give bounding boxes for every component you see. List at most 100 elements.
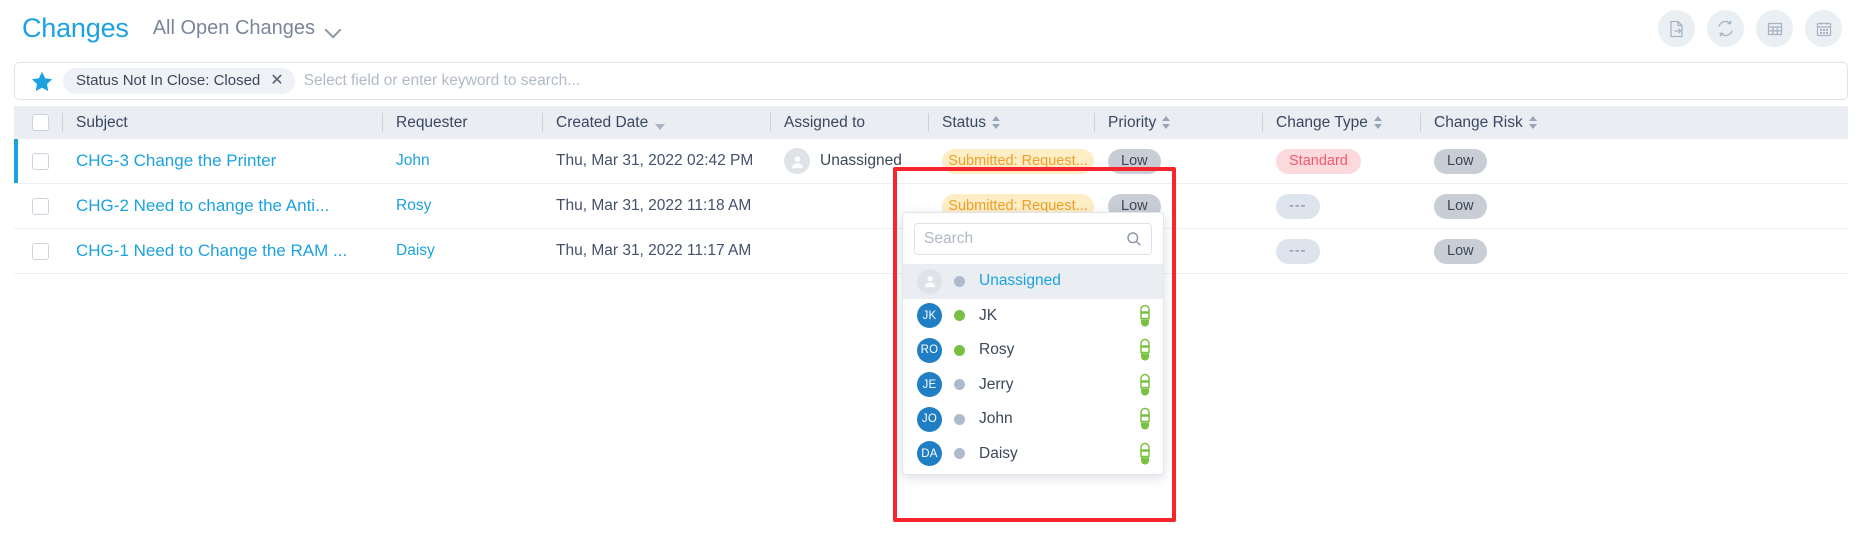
table-row[interactable]: CHG-3 Change the Printer John Thu, Mar 3…: [14, 139, 1848, 184]
assignee-option-list: Unassigned JK JK RO Rosy JE Jerry JO Joh…: [903, 264, 1163, 474]
column-header-subject[interactable]: Subject: [62, 106, 382, 139]
presence-dot: [954, 310, 965, 322]
column-header-change-type[interactable]: Change Type: [1262, 106, 1420, 139]
presence-dot: [954, 379, 965, 391]
column-label: Change Risk: [1434, 113, 1523, 131]
cell-priority: Low: [1094, 139, 1262, 183]
assignee-option-label: John: [979, 410, 1013, 428]
refresh-icon[interactable]: [1707, 10, 1744, 47]
cell-created-date: Thu, Mar 31, 2022 02:42 PM: [542, 139, 770, 183]
column-label: Assigned to: [784, 113, 865, 131]
assignee-option-rosy[interactable]: RO Rosy: [903, 333, 1163, 368]
row-select-cell: [14, 229, 62, 273]
cell-requester: Rosy: [382, 184, 542, 228]
assignee-option-jerry[interactable]: JE Jerry: [903, 368, 1163, 403]
subject-link[interactable]: CHG-3 Change the Printer: [76, 151, 276, 171]
grid-view-icon[interactable]: [1756, 10, 1793, 47]
row-select-cell: [14, 184, 62, 228]
page-header: Changes All Open Changes: [0, 0, 1860, 56]
assignee-option-label: Rosy: [979, 341, 1015, 359]
column-label: Status: [942, 113, 986, 131]
cell-requester: John: [382, 139, 542, 183]
assignee-option-john[interactable]: JO John: [903, 402, 1163, 437]
column-header-requester[interactable]: Requester: [382, 106, 542, 139]
filter-bar: Status Not In Close: Closed ✕: [14, 62, 1848, 100]
workload-icon: [1140, 442, 1150, 465]
row-checkbox[interactable]: [32, 197, 49, 215]
presence-dot: [954, 344, 965, 356]
row-checkbox[interactable]: [32, 242, 49, 260]
workload-icon: [1140, 373, 1150, 396]
change-risk-badge: Low: [1434, 238, 1487, 264]
assignee-search-input[interactable]: [924, 230, 1126, 248]
column-label: Change Type: [1276, 113, 1368, 131]
requester-link[interactable]: John: [396, 152, 430, 170]
cell-change-risk: Low: [1420, 139, 1580, 183]
sort-icon[interactable]: [991, 116, 1001, 129]
column-label: Priority: [1108, 113, 1157, 131]
cell-subject: CHG-3 Change the Printer: [62, 139, 382, 183]
select-all-header: [14, 106, 62, 139]
filter-chip-status[interactable]: Status Not In Close: Closed ✕: [63, 68, 295, 94]
workload-icon: [1140, 339, 1150, 361]
cell-created-date: Thu, Mar 31, 2022 11:18 AM: [542, 184, 770, 228]
column-header-assigned-to[interactable]: Assigned to: [770, 106, 928, 139]
created-date-text: Thu, Mar 31, 2022 11:17 AM: [556, 242, 752, 259]
assignee-option-jk[interactable]: JK JK: [903, 299, 1163, 334]
column-label: Subject: [76, 113, 128, 131]
view-selector-label: All Open Changes: [152, 16, 316, 39]
presence-dot: [954, 275, 965, 287]
requester-link[interactable]: Rosy: [396, 197, 431, 215]
presence-dot: [954, 413, 965, 425]
presence-dot: [954, 448, 965, 460]
cell-created-date: Thu, Mar 31, 2022 11:17 AM: [542, 229, 770, 273]
requester-link[interactable]: Daisy: [396, 242, 435, 260]
export-icon[interactable]: [1658, 10, 1695, 47]
assignee-option-unassigned[interactable]: Unassigned: [903, 264, 1163, 299]
sort-descending-icon[interactable]: [655, 123, 666, 130]
star-icon[interactable]: [31, 71, 53, 92]
cell-subject: CHG-1 Need to Change the RAM ...: [62, 229, 382, 273]
subject-link[interactable]: CHG-1 Need to Change the RAM ...: [76, 241, 347, 261]
avatar: [784, 148, 810, 174]
view-selector[interactable]: All Open Changes: [153, 17, 341, 40]
sort-icon[interactable]: [1373, 116, 1383, 129]
row-select-cell: [14, 139, 62, 183]
cell-change-type: ---: [1262, 184, 1420, 228]
cell-change-risk: Low: [1420, 229, 1580, 273]
assignee-dropdown: Unassigned JK JK RO Rosy: [902, 212, 1164, 475]
changes-list-page: Changes All Open Changes Status Not In C…: [0, 0, 1860, 545]
select-all-checkbox[interactable]: [32, 114, 49, 131]
cell-change-risk: Low: [1420, 184, 1580, 228]
search-input[interactable]: [303, 72, 1837, 90]
cell-assigned-to[interactable]: Unassigned: [770, 139, 928, 183]
cell-status: Submitted: Request...: [928, 139, 1094, 183]
priority-badge: Low: [1108, 148, 1161, 174]
assignee-option-label: JK: [979, 306, 998, 324]
column-header-status[interactable]: Status: [928, 106, 1094, 139]
search-icon: [1127, 232, 1141, 246]
column-header-change-risk[interactable]: Change Risk: [1420, 106, 1580, 139]
assignee-name: Unassigned: [820, 152, 902, 169]
cell-subject: CHG-2 Need to change the Anti...: [62, 184, 382, 228]
avatar: RO: [917, 337, 942, 363]
close-icon[interactable]: ✕: [270, 72, 283, 89]
change-risk-badge: Low: [1434, 193, 1487, 219]
assignee-option-label: Daisy: [979, 444, 1018, 462]
row-checkbox[interactable]: [32, 152, 49, 170]
column-header-created-date[interactable]: Created Date: [542, 106, 770, 139]
column-label: Created Date: [556, 113, 649, 131]
avatar: DA: [917, 441, 942, 467]
subject-link[interactable]: CHG-2 Need to change the Anti...: [76, 196, 329, 216]
created-date-text: Thu, Mar 31, 2022 02:42 PM: [556, 152, 754, 169]
assignee-option-label: Jerry: [979, 375, 1014, 393]
cell-change-type: ---: [1262, 229, 1420, 273]
assignee-option-daisy[interactable]: DA Daisy: [903, 437, 1163, 472]
status-badge: Submitted: Request...: [942, 148, 1094, 174]
sort-icon[interactable]: [1528, 116, 1538, 129]
sort-icon[interactable]: [1162, 116, 1171, 129]
calendar-icon[interactable]: [1805, 10, 1842, 47]
page-title: Changes: [22, 12, 129, 43]
change-type-badge: ---: [1276, 238, 1320, 264]
column-header-priority[interactable]: Priority: [1094, 106, 1262, 139]
